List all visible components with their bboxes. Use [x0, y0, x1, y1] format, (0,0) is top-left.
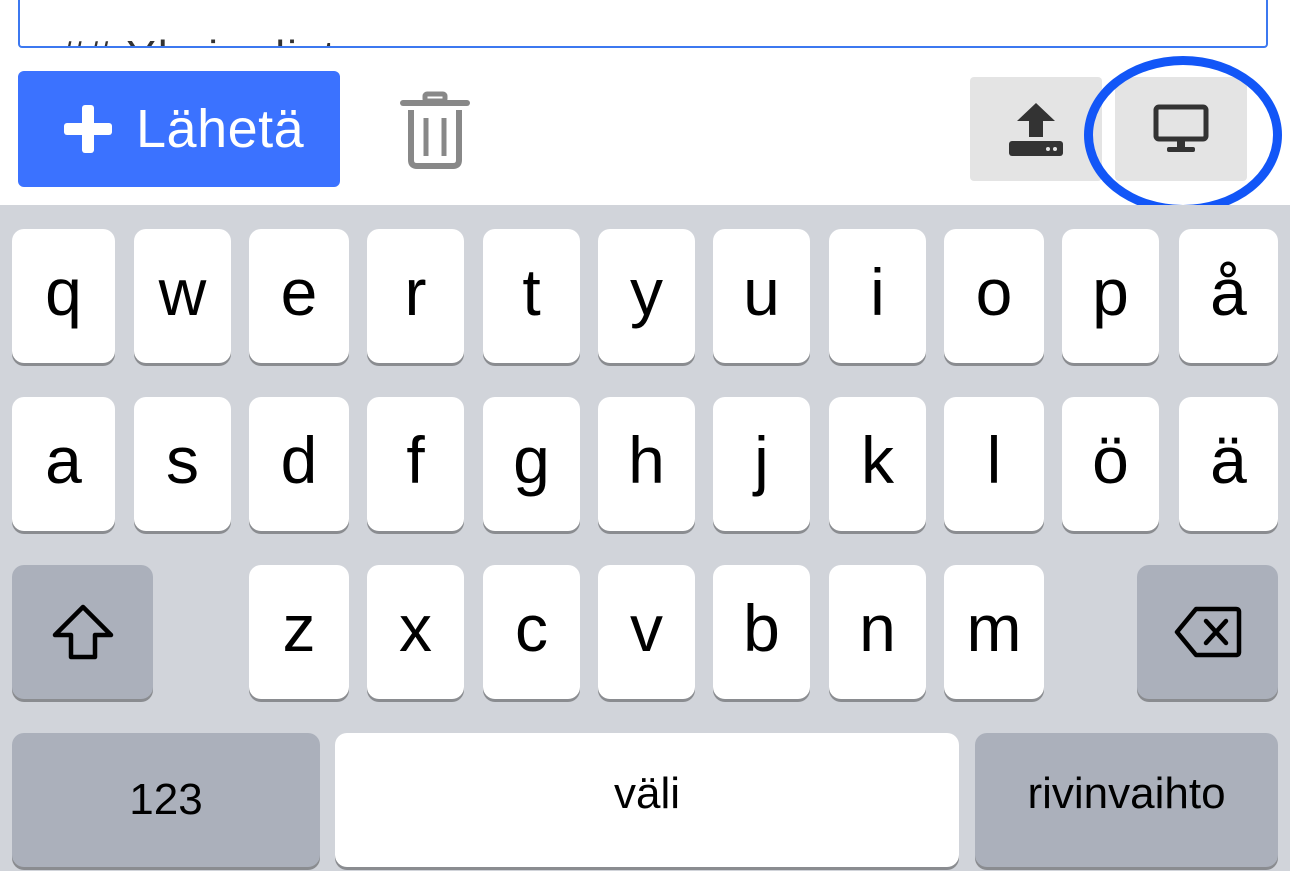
key-i[interactable]: i — [829, 229, 926, 363]
key-e[interactable]: e — [249, 229, 349, 363]
key-t[interactable]: t — [483, 229, 580, 363]
key-g[interactable]: g — [483, 397, 580, 531]
key-o[interactable]: o — [944, 229, 1044, 363]
key-c[interactable]: c — [483, 565, 580, 699]
shift-icon — [52, 604, 113, 660]
key-q[interactable]: q — [12, 229, 115, 363]
trash-icon[interactable] — [400, 90, 470, 170]
key-a-umlaut[interactable]: ä — [1179, 397, 1278, 531]
key-n[interactable]: n — [829, 565, 926, 699]
key-m[interactable]: m — [944, 565, 1044, 699]
key-o-umlaut[interactable]: ö — [1062, 397, 1159, 531]
key-p[interactable]: p — [1062, 229, 1159, 363]
key-a[interactable]: a — [12, 397, 115, 531]
key-z[interactable]: z — [249, 565, 349, 699]
editor-text: ## Yhsin dist — [60, 32, 337, 46]
key-y[interactable]: y — [598, 229, 695, 363]
key-s[interactable]: s — [134, 397, 231, 531]
shift-key[interactable] — [12, 565, 153, 699]
key-d[interactable]: d — [249, 397, 349, 531]
message-editor[interactable]: ## Yhsin dist — [18, 0, 1268, 48]
numbers-key[interactable]: 123 — [12, 733, 320, 867]
backspace-icon — [1174, 606, 1241, 658]
key-w[interactable]: w — [134, 229, 231, 363]
key-x[interactable]: x — [367, 565, 464, 699]
key-u[interactable]: u — [713, 229, 810, 363]
key-b[interactable]: b — [713, 565, 810, 699]
space-key[interactable]: väli — [335, 733, 959, 867]
key-l[interactable]: l — [944, 397, 1044, 531]
key-v[interactable]: v — [598, 565, 695, 699]
return-key[interactable]: rivinvaihto — [975, 733, 1278, 867]
desktop-icon — [1153, 104, 1209, 152]
plus-icon — [64, 105, 112, 153]
key-j[interactable]: j — [713, 397, 810, 531]
key-k[interactable]: k — [829, 397, 926, 531]
onscreen-keyboard: q w e r t y u i o p å a s d f g h j k l … — [0, 205, 1290, 871]
send-button[interactable]: Lähetä — [18, 71, 340, 187]
send-button-label: Lähetä — [136, 99, 305, 159]
upload-button[interactable] — [970, 77, 1102, 181]
key-r[interactable]: r — [367, 229, 464, 363]
key-a-ring[interactable]: å — [1179, 229, 1278, 363]
desktop-preview-button[interactable] — [1115, 77, 1247, 181]
backspace-key[interactable] — [1137, 565, 1278, 699]
key-h[interactable]: h — [598, 397, 695, 531]
upload-icon — [1009, 103, 1063, 156]
key-f[interactable]: f — [367, 397, 464, 531]
